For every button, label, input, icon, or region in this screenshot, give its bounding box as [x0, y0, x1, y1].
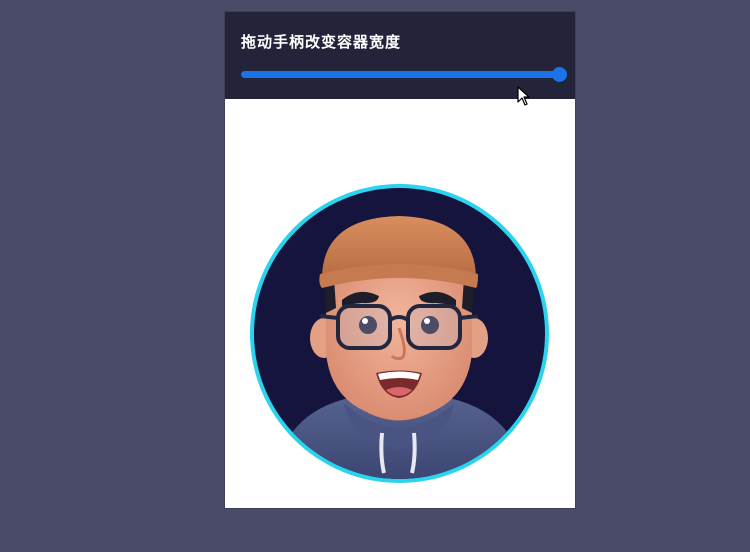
avatar-image	[254, 188, 545, 479]
slider-handle[interactable]	[552, 67, 567, 82]
avatar	[250, 184, 549, 483]
panel-title: 拖动手柄改变容器宽度	[241, 33, 402, 51]
width-slider[interactable]	[241, 67, 567, 82]
slider-fill	[241, 71, 559, 78]
arrow-cursor-icon	[517, 86, 530, 106]
